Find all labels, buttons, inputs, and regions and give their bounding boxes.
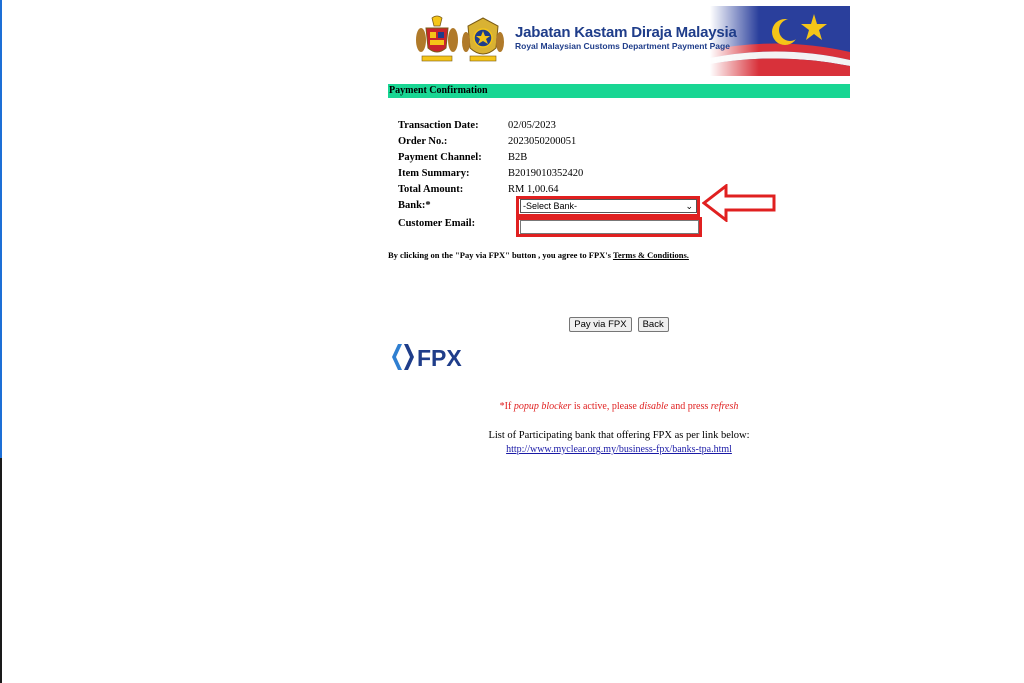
customer-email-row: Customer Email: [398,216,850,237]
bank-list-info: List of Participating bank that offering… [388,430,850,455]
item-summary-value: B2019010352420 [508,168,584,179]
popup-note-mid2: and press [668,401,711,412]
popup-note-italic1: popup blocker [513,401,572,412]
transaction-date-row: Transaction Date: 02/05/2023 [398,118,850,134]
payment-channel-label: Payment Channel: [398,152,482,163]
popup-note-prefix: *If [499,401,514,412]
customer-email-label: Customer Email: [398,218,476,229]
terms-conditions-link[interactable]: Terms & Conditions. [613,250,689,260]
customer-email-input[interactable] [520,220,699,234]
bank-list-text: List of Participating bank that offering… [488,430,750,441]
chevron-down-icon: ⌄ [685,201,693,211]
transaction-date-label: Transaction Date: [398,120,479,131]
action-buttons: Pay via FPX Back [388,314,850,332]
bank-row: Bank:* -Select Bank- ⌄ [398,184,850,222]
customs-emblem-icon [462,17,504,62]
back-button[interactable]: Back [637,317,669,332]
fpx-logo-text: FPX [417,345,462,371]
fpx-logo: FPX [392,344,462,371]
malaysia-coat-of-arms-icon [416,15,458,62]
order-no-value: 2023050200051 [508,136,577,147]
order-no-row: Order No.: 2023050200051 [398,134,850,150]
payment-page: Jabatan Kastam Diraja Malaysia Royal Mal… [388,6,850,455]
order-no-label: Order No.: [398,136,448,147]
window-edge-strip [0,0,2,458]
window-edge-strip-bottom [0,458,2,683]
payment-details: Transaction Date: 02/05/2023 Order No.: … [398,118,850,237]
payment-channel-value: B2B [508,152,528,163]
agreement-text: By clicking on the "Pay via FPX" button … [388,250,850,260]
item-summary-row: Item Summary: B2019010352420 [398,166,850,182]
pay-via-fpx-button[interactable]: Pay via FPX [569,317,632,332]
transaction-date-value: 02/05/2023 [508,120,556,131]
popup-note-italic2: disable [639,401,669,412]
header-title: Jabatan Kastam Diraja Malaysia [515,24,737,41]
total-amount-label: Total Amount: [398,184,464,195]
header-subtitle: Royal Malaysian Customs Department Payme… [515,41,730,51]
section-title-bar: Payment Confirmation [388,84,850,98]
bank-select-value: -Select Bank- [523,201,578,211]
header-banner: Jabatan Kastam Diraja Malaysia Royal Mal… [388,6,850,76]
bank-label: Bank:* [398,200,431,211]
popup-note-mid: is active, please [571,401,640,412]
bank-select[interactable]: -Select Bank- ⌄ [520,199,697,213]
popup-note-italic3: refresh [710,401,739,412]
popup-blocker-note: *If popup blocker is active, please disa… [388,401,850,412]
item-summary-label: Item Summary: [398,168,470,179]
bank-list-link[interactable]: http://www.myclear.org.my/business-fpx/b… [388,444,850,455]
agreement-prefix: By clicking on the "Pay via FPX" button … [388,250,613,260]
malaysia-flag-image [710,6,850,76]
payment-channel-row: Payment Channel: B2B [398,150,850,166]
